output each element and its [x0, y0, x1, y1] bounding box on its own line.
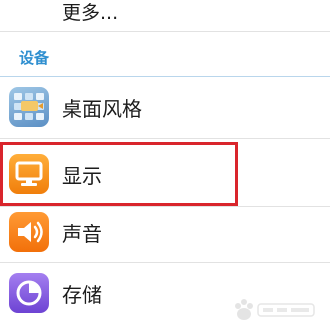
- settings-item-label: 声音: [62, 222, 102, 246]
- settings-item-sound[interactable]: 声音: [0, 202, 330, 262]
- section-header-device: 设备: [19, 49, 50, 67]
- watermark-logo: [235, 299, 315, 320]
- divider: [0, 31, 330, 32]
- more-settings-label: 更多...: [62, 2, 119, 24]
- theme-icon: [9, 87, 49, 127]
- settings-item-label: 桌面风格: [62, 97, 142, 121]
- speaker-icon: [9, 212, 49, 252]
- divider: [0, 138, 330, 139]
- storage-pie-icon: [9, 273, 49, 313]
- settings-screen: 更多... 设备 桌面风格 显示 声音 存储: [0, 0, 330, 330]
- settings-item-desktop-style[interactable]: 桌面风格: [0, 77, 330, 137]
- more-settings-item[interactable]: 更多...: [0, 0, 330, 32]
- highlight-annotation-box: [0, 142, 238, 206]
- settings-item-label: 存储: [62, 283, 102, 307]
